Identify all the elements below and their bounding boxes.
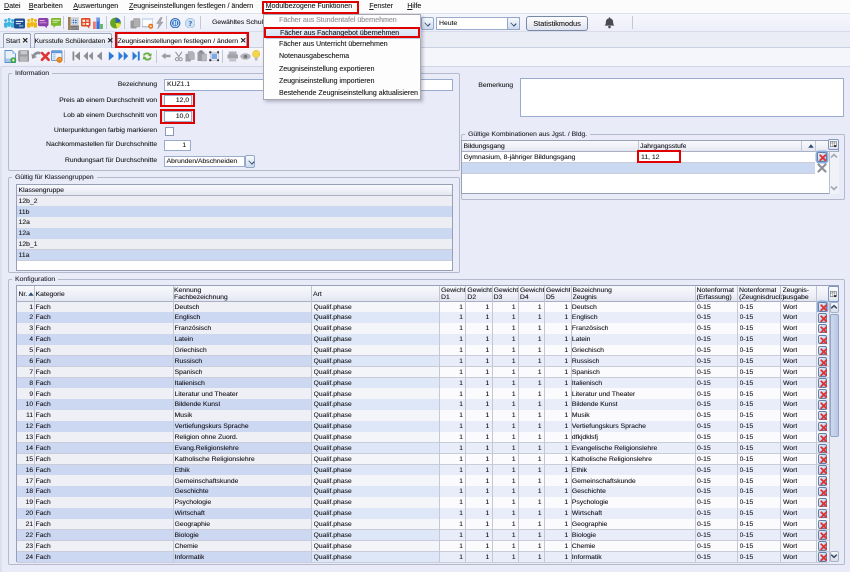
svg-text:GMS: GMS: [70, 26, 78, 30]
svg-text:?: ?: [188, 18, 192, 27]
